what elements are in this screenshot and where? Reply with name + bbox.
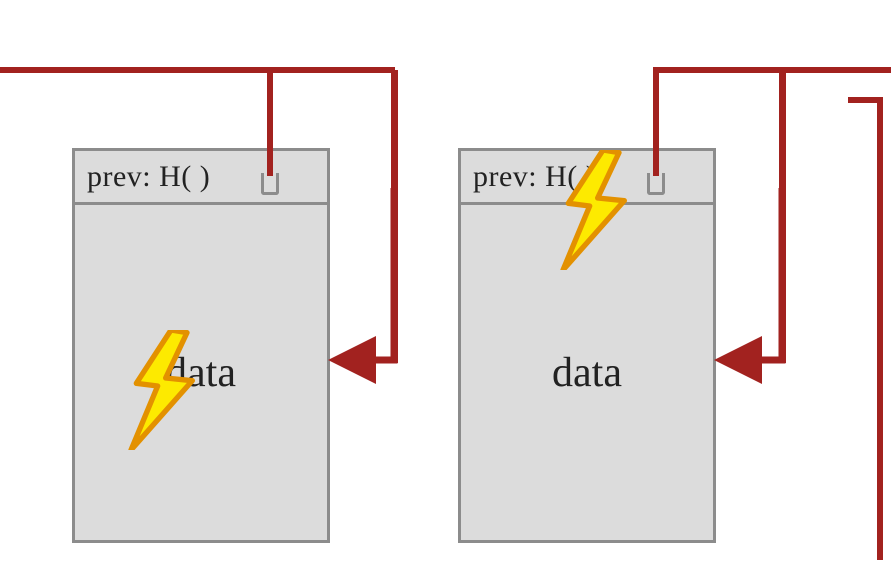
block-2-hash-plug: [647, 173, 665, 195]
link-out-right: [848, 100, 880, 560]
link-arrow-block2: [730, 188, 782, 360]
block-1-header: prev: H( ): [75, 151, 327, 205]
lightning-bolt-icon: [120, 330, 206, 450]
hidden9: [850, 100, 881, 560]
connector-out-right: [783, 70, 891, 360]
block-2-body-text: data: [552, 349, 622, 397]
hidden5: [852, 100, 881, 400]
hidden7: [850, 100, 881, 563]
lightning-bolt-icon: [552, 150, 638, 270]
block-1-hash-plug: [261, 173, 279, 195]
connector-right-edge: [726, 100, 879, 360]
diagram-stage: prev: H( ) data prev: H( ) data: [0, 0, 891, 563]
link-arrow-block1: [344, 188, 394, 360]
connector-arrow-into-block2: [726, 70, 783, 360]
connector-arrow-into-block1: [340, 70, 395, 360]
block-1-header-text: prev: H( ): [87, 160, 210, 194]
